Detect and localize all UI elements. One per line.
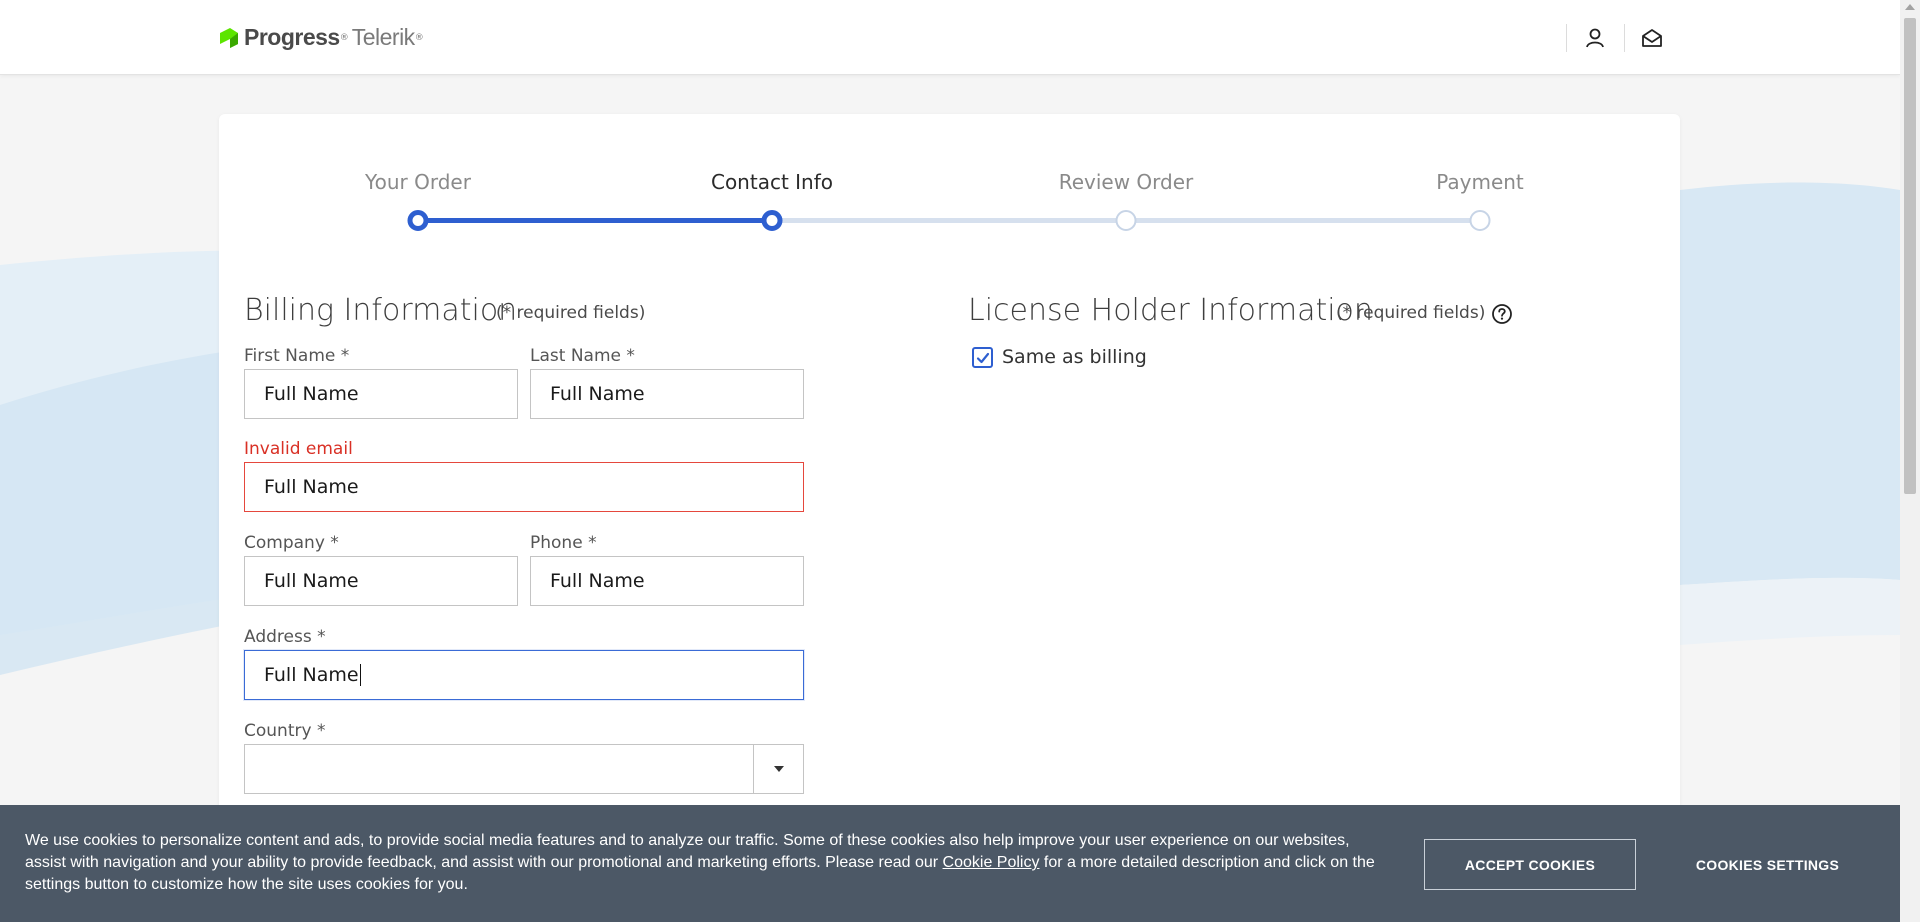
header-divider	[1566, 24, 1567, 52]
first-name-label: First Name *	[244, 346, 350, 366]
cookie-banner-text: We use cookies to personalize content an…	[25, 832, 1375, 893]
country-select[interactable]	[244, 744, 804, 794]
checkout-card	[219, 114, 1680, 922]
stepper-track-completed	[418, 218, 772, 223]
step-node-active	[761, 210, 783, 231]
email-error-label: Invalid email	[244, 439, 353, 459]
step-contact-info[interactable]: Contact Info	[711, 170, 833, 194]
billing-required-note: (* required fields)	[496, 303, 646, 323]
checkmark-icon	[976, 352, 989, 363]
logo-product-text: Telerik	[351, 24, 415, 50]
company-label: Company *	[244, 533, 339, 553]
same-as-billing-checkbox[interactable]	[972, 347, 993, 368]
text-caret	[359, 664, 361, 686]
help-icon[interactable]	[1491, 303, 1513, 325]
address-label: Address *	[244, 627, 326, 647]
user-icon[interactable]	[1584, 27, 1606, 49]
progress-telerik-logo[interactable]: Progress ® Telerik ®	[218, 24, 424, 51]
license-holder-required-note: (* required fields)	[1336, 303, 1486, 323]
phone-input[interactable]: Full Name	[530, 556, 804, 606]
billing-section-title: Billing Information	[244, 293, 518, 328]
country-label: Country *	[244, 721, 326, 741]
address-input[interactable]: Full Name	[244, 650, 804, 700]
top-header: Progress ® Telerik ®	[0, 0, 1900, 75]
scroll-up-arrow-icon[interactable]	[1905, 4, 1915, 10]
step-your-order[interactable]: Your Order	[365, 170, 471, 194]
step-payment[interactable]: Payment	[1436, 170, 1524, 194]
license-holder-section-title: License Holder Information	[968, 293, 1373, 328]
first-name-input[interactable]: Full Name	[244, 369, 518, 419]
cookies-settings-button[interactable]: COOKIES SETTINGS	[1660, 839, 1875, 890]
scrollbar-thumb[interactable]	[1904, 18, 1916, 494]
chevron-down-icon	[773, 766, 784, 772]
last-name-label: Last Name *	[530, 346, 635, 366]
last-name-input[interactable]: Full Name	[530, 369, 804, 419]
accept-cookies-button[interactable]: ACCEPT COOKIES	[1424, 839, 1636, 890]
company-input[interactable]: Full Name	[244, 556, 518, 606]
step-node-completed	[407, 210, 429, 231]
logo-brand-text: Progress	[244, 24, 340, 50]
step-node-pending	[1115, 210, 1137, 231]
cookie-policy-link[interactable]: Cookie Policy	[943, 854, 1040, 871]
country-dropdown-toggle[interactable]	[753, 745, 803, 793]
page-scrollbar[interactable]	[1900, 0, 1920, 922]
progress-logo-icon	[220, 27, 238, 48]
same-as-billing-label[interactable]: Same as billing	[1002, 346, 1147, 368]
email-input[interactable]: Full Name	[244, 462, 804, 512]
step-node-pending	[1469, 210, 1491, 231]
header-divider	[1624, 24, 1625, 52]
mail-icon[interactable]	[1641, 27, 1663, 49]
phone-label: Phone *	[530, 533, 597, 553]
step-review-order[interactable]: Review Order	[1059, 170, 1194, 194]
